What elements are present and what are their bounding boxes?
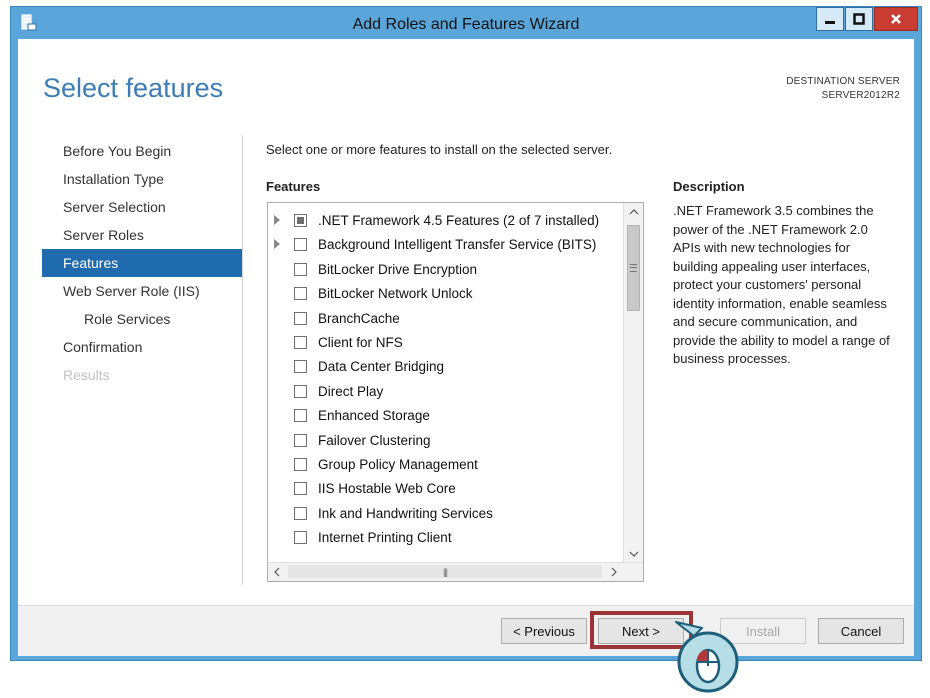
minimize-button[interactable]	[816, 7, 844, 31]
scroll-down-button[interactable]	[624, 545, 643, 563]
feature-description: .NET Framework 3.5 combines the power of…	[673, 203, 890, 366]
horizontal-scrollbar[interactable]: |||	[268, 562, 643, 581]
feature-item[interactable]: Background Intelligent Transfer Service …	[268, 233, 623, 257]
vertical-scroll-thumb[interactable]	[627, 225, 640, 311]
feature-checkbox[interactable]	[294, 336, 307, 349]
cancel-button[interactable]: Cancel	[818, 618, 904, 644]
scroll-left-button[interactable]	[268, 563, 286, 581]
horizontal-scroll-thumb[interactable]: |||	[288, 565, 602, 578]
vertical-scrollbar[interactable]	[623, 203, 643, 563]
feature-checkbox[interactable]	[294, 214, 307, 227]
feature-checkbox[interactable]	[294, 458, 307, 471]
maximize-button[interactable]	[845, 7, 873, 31]
minimize-icon	[825, 21, 835, 24]
page-title: Select features	[43, 73, 224, 103]
feature-label: BranchCache	[318, 310, 400, 326]
feature-label: Internet Printing Client	[318, 530, 452, 546]
feature-item[interactable]: Failover Clustering	[268, 429, 623, 453]
nav-item-features[interactable]: Features	[42, 249, 242, 277]
feature-item[interactable]: Enhanced Storage	[268, 404, 623, 428]
expand-arrow-icon[interactable]	[274, 215, 280, 225]
feature-checkbox[interactable]	[294, 384, 307, 398]
nav-item-server-selection[interactable]: Server Selection	[42, 193, 242, 221]
previous-button[interactable]: < Previous	[501, 618, 587, 644]
features-list[interactable]: .NET Framework 4.5 Features (2 of 7 inst…	[267, 202, 644, 582]
feature-checkbox[interactable]	[294, 482, 307, 496]
feature-item[interactable]: Direct Play	[268, 380, 623, 404]
title-bar[interactable]: Add Roles and Features Wizard	[11, 7, 921, 39]
feature-label: Group Policy Management	[318, 457, 478, 472]
destination-label: DESTINATION SERVER	[786, 76, 900, 87]
instruction-text: Select one or more features to install o…	[266, 142, 613, 157]
feature-item[interactable]: .NET Framework 4.5 Features (2 of 7 inst…	[268, 209, 623, 233]
scroll-up-button[interactable]	[624, 203, 643, 221]
maximize-icon	[853, 13, 865, 25]
nav-item-web-server-role[interactable]: Web Server Role (IIS)	[42, 277, 242, 305]
wizard-content: Select features DESTINATION SERVER SERVE…	[18, 39, 914, 656]
feature-label: BitLocker Network Unlock	[318, 286, 473, 302]
feature-checkbox[interactable]	[294, 262, 307, 276]
chevron-down-icon	[629, 551, 638, 557]
features-list-items: .NET Framework 4.5 Features (2 of 7 inst…	[268, 203, 623, 563]
feature-label: Data Center Bridging	[318, 359, 445, 375]
feature-label: Failover Clustering	[318, 432, 431, 448]
feature-checkbox[interactable]	[294, 311, 307, 325]
feature-label: Ink and Handwriting Services	[318, 505, 493, 521]
feature-label: Client for NFS	[318, 335, 403, 350]
wizard-footer: < Previous Next > Install Cancel	[18, 605, 914, 656]
window-title: Add Roles and Features Wizard	[352, 16, 580, 33]
nav-item-confirmation[interactable]: Confirmation	[42, 333, 242, 361]
feature-label: Background Intelligent Transfer Service …	[318, 237, 597, 253]
feature-checkbox[interactable]	[294, 287, 307, 301]
features-heading: Features	[266, 179, 321, 194]
feature-checkbox[interactable]	[294, 360, 307, 374]
feature-item[interactable]: Internet Printing Client	[268, 526, 623, 550]
expand-arrow-icon[interactable]	[274, 239, 280, 250]
destination-server: DESTINATION SERVER SERVER2012R2	[786, 75, 900, 103]
feature-label: Enhanced Storage	[318, 408, 430, 424]
description-heading: Description	[673, 179, 745, 194]
nav-divider	[242, 135, 243, 585]
feature-item[interactable]: Client for NFS	[268, 331, 623, 355]
feature-checkbox[interactable]	[294, 409, 307, 423]
feature-item[interactable]: Ink and Handwriting Services	[268, 502, 623, 526]
chevron-right-icon	[611, 567, 617, 577]
feature-label: BitLocker Drive Encryption	[318, 261, 478, 277]
feature-item[interactable]: BranchCache	[268, 307, 623, 331]
chevron-left-icon	[274, 567, 280, 577]
wizard-nav: Before You Begin Installation Type Serve…	[42, 137, 242, 389]
destination-server-name: SERVER2012R2	[821, 90, 900, 101]
feature-checkbox[interactable]	[294, 433, 307, 447]
nav-item-role-services[interactable]: Role Services	[42, 305, 242, 333]
mouse-pointer-icon	[675, 621, 739, 693]
close-icon	[891, 14, 901, 24]
wizard-window: Add Roles and Features Wizard Select fea…	[10, 6, 922, 661]
nav-item-results: Results	[63, 367, 110, 383]
feature-item[interactable]: Data Center Bridging	[268, 355, 623, 379]
scroll-right-button[interactable]	[605, 563, 623, 581]
feature-item[interactable]: Group Policy Management	[268, 453, 623, 477]
close-button[interactable]	[874, 7, 918, 31]
nav-item-installation-type[interactable]: Installation Type	[42, 165, 242, 193]
feature-checkbox[interactable]	[294, 506, 307, 520]
feature-item[interactable]: BitLocker Network Unlock	[268, 282, 623, 306]
feature-label: .NET Framework 4.5 Features (2 of 7 inst…	[318, 213, 600, 228]
feature-item[interactable]: BitLocker Drive Encryption	[268, 258, 623, 282]
feature-checkbox[interactable]	[294, 531, 307, 545]
nav-item-before-you-begin[interactable]: Before You Begin	[42, 137, 242, 165]
feature-label: IIS Hostable Web Core	[318, 481, 456, 497]
chevron-up-icon	[629, 209, 638, 215]
nav-item-server-roles[interactable]: Server Roles	[42, 221, 242, 249]
feature-checkbox[interactable]	[294, 238, 307, 252]
feature-item[interactable]: IIS Hostable Web Core	[268, 477, 623, 501]
feature-label: Direct Play	[318, 383, 384, 399]
